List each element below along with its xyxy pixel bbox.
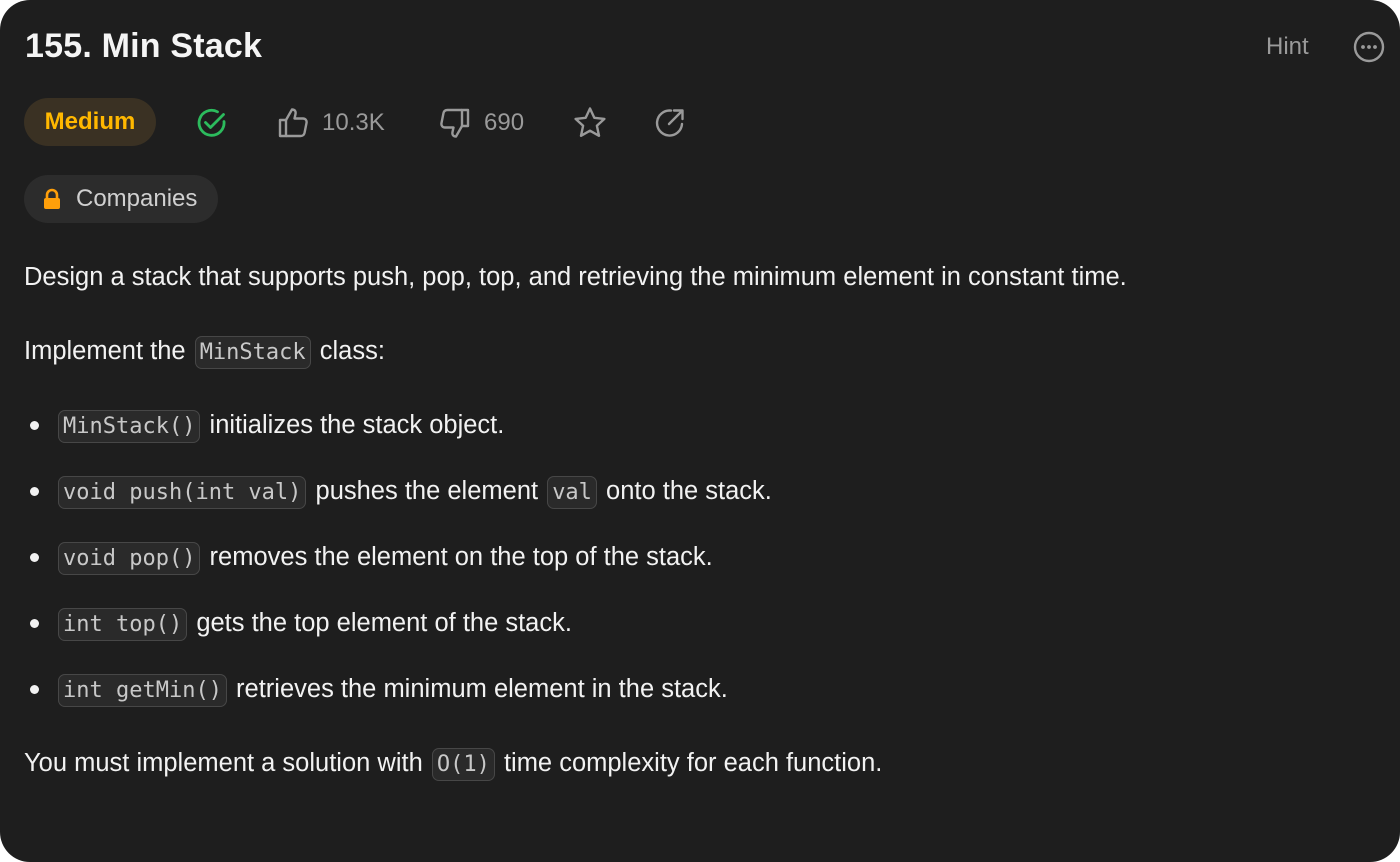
problem-title: 155. Min Stack bbox=[25, 27, 263, 65]
bullet bbox=[30, 487, 39, 496]
method-description: removes the element on the top of the st… bbox=[209, 543, 713, 571]
favorite-button[interactable] bbox=[572, 105, 608, 141]
method-code: int top() bbox=[58, 608, 188, 641]
class-name-code: MinStack bbox=[194, 336, 311, 369]
bullet bbox=[30, 685, 39, 694]
like-count: 10.3K bbox=[322, 109, 385, 136]
description-intro: Design a stack that supports push, pop, … bbox=[24, 263, 1127, 291]
dislike-button[interactable]: 690 bbox=[438, 104, 524, 142]
bullet bbox=[30, 619, 39, 628]
difficulty-badge: Medium bbox=[24, 98, 156, 146]
list-item: int getMin() retrieves the minimum eleme… bbox=[24, 668, 772, 734]
bullet bbox=[30, 553, 39, 562]
bullet bbox=[30, 421, 39, 430]
companies-label: Companies bbox=[76, 185, 198, 212]
method-description: retrieves the minimum element in the sta… bbox=[236, 675, 728, 703]
method-list: MinStack() initializes the stack object.… bbox=[24, 404, 772, 734]
param-code: val bbox=[547, 476, 597, 509]
dislike-count: 690 bbox=[484, 109, 525, 136]
list-item: void pop() removes the element on the to… bbox=[24, 536, 772, 602]
complexity-prefix: You must implement a solution with bbox=[24, 749, 423, 777]
hint-button[interactable]: Hint bbox=[1266, 32, 1309, 62]
complexity-code: O(1) bbox=[431, 748, 495, 781]
method-code: MinStack() bbox=[58, 410, 201, 443]
method-description: pushes the element bbox=[315, 477, 539, 505]
implement-prefix: Implement the bbox=[24, 337, 186, 365]
lock-icon bbox=[44, 188, 60, 209]
method-description: initializes the stack object. bbox=[209, 411, 505, 439]
more-horizontal-icon bbox=[1353, 31, 1385, 63]
list-item: int top() gets the top element of the st… bbox=[24, 602, 772, 668]
complexity-suffix: time complexity for each function. bbox=[503, 749, 883, 777]
companies-tag[interactable]: Companies bbox=[24, 175, 218, 223]
complexity-line: You must implement a solution with O(1) … bbox=[24, 746, 882, 782]
solved-status bbox=[195, 106, 229, 140]
share-icon bbox=[655, 109, 684, 137]
star-icon bbox=[574, 107, 606, 137]
implement-line: Implement the MinStack class: bbox=[24, 334, 385, 370]
implement-suffix: class: bbox=[319, 337, 385, 365]
check-circle-icon bbox=[197, 108, 226, 137]
list-item: MinStack() initializes the stack object. bbox=[24, 404, 772, 470]
method-code: void pop() bbox=[58, 542, 201, 575]
share-button[interactable] bbox=[652, 105, 688, 141]
thumbs-up-icon bbox=[278, 108, 308, 138]
like-button[interactable]: 10.3K bbox=[276, 104, 385, 142]
method-code: int getMin() bbox=[58, 674, 227, 707]
more-options-button[interactable] bbox=[1352, 30, 1386, 64]
method-description: gets the top element of the stack. bbox=[196, 609, 572, 637]
list-item: void push(int val) pushes the element va… bbox=[24, 470, 772, 536]
method-code: void push(int val) bbox=[58, 476, 307, 509]
thumbs-down-icon bbox=[440, 108, 470, 138]
problem-description-panel: 155. Min Stack Hint Medium 10.3K 690 Com… bbox=[0, 0, 1400, 862]
method-description-suffix: onto the stack. bbox=[606, 477, 772, 505]
